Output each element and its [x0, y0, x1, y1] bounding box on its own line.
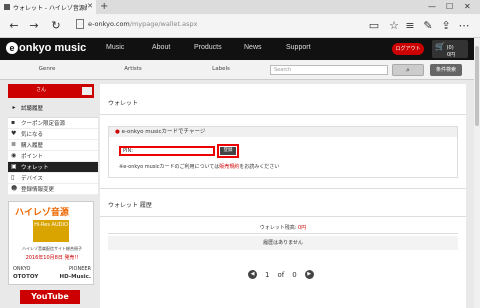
search-button[interactable]: ⌕: [392, 64, 424, 76]
device-icon: ▯: [11, 174, 15, 181]
refresh-icon[interactable]: ↻: [48, 18, 64, 34]
sidebar-item-points[interactable]: ◉ ポイント: [8, 151, 98, 162]
cart-button[interactable]: 🛒 (0) 0円: [432, 40, 468, 58]
divider: [100, 114, 466, 115]
banner-line1: ハイレゾ音楽配信サイト総合冊子: [22, 246, 82, 251]
pager-total: 0: [292, 270, 297, 279]
hires-audio-logo: Hi-Res AUDIO: [33, 220, 69, 242]
maximize-icon[interactable]: ☐: [446, 0, 453, 14]
site-logo[interactable]: e onkyo music: [6, 42, 86, 54]
artists-dropdown[interactable]: Artists: [110, 66, 156, 72]
history-title: ウォレット 履歴: [108, 202, 152, 209]
wallet-panel: ウォレット ● e-onkyo musicカードでチャージ PIN: 登録 ※e…: [100, 84, 466, 308]
close-tab-icon[interactable]: ✕: [87, 2, 93, 10]
pin-input[interactable]: PIN:: [119, 146, 215, 156]
banner-logos-bottom: OTOTOY HD-Music.: [13, 274, 91, 280]
more-icon[interactable]: ⋯: [456, 18, 472, 34]
search-row: Genre Artists Labels Search ⌕ 条件検索: [0, 60, 474, 80]
heart-icon: ♥: [11, 130, 17, 137]
site-favicon-icon: [4, 4, 10, 10]
minimize-icon[interactable]: —: [428, 0, 436, 14]
scrollbar-thumb[interactable]: [475, 46, 479, 126]
youtube-banner[interactable]: YouTube: [20, 290, 80, 304]
browser-tab[interactable]: ウォレット - ハイレゾ音源配 ✕: [0, 0, 96, 14]
window-close-icon[interactable]: ✕: [464, 0, 471, 14]
site-header: e onkyo music Music About Products News S…: [0, 38, 474, 60]
advanced-search-button[interactable]: 条件検索: [430, 64, 462, 76]
share-icon[interactable]: ⇪: [438, 18, 454, 34]
new-tab-icon[interactable]: +: [100, 0, 108, 14]
nav-products[interactable]: Products: [194, 44, 222, 51]
page-icon: [76, 19, 84, 29]
cart-icon: 🛒: [435, 42, 445, 51]
nav-support[interactable]: Support: [286, 44, 311, 51]
page-scrollbar[interactable]: [474, 38, 480, 308]
back-icon[interactable]: ←: [6, 18, 22, 34]
user-icon: ☻: [11, 185, 18, 192]
register-button[interactable]: 登録: [217, 144, 239, 158]
pagination: ◀ 1 of 0 ▶: [248, 270, 314, 279]
terms-link[interactable]: 販売規約: [219, 164, 239, 170]
banner-logos-top: ONKYO PIONEER: [13, 266, 91, 272]
page-title: ウォレット: [108, 100, 139, 107]
notes-icon[interactable]: ✎: [420, 18, 436, 34]
divider: [100, 216, 466, 217]
sidebar: さん ▸ 試聴履歴 ▪ クーポン限定音源 ♥ 気になる ≣ 購入履歴 ◉ ポイント ▣ ウ…: [8, 84, 98, 308]
charge-heading: ● e-onkyo musicカードでチャージ: [109, 127, 457, 137]
tag-icon: ▪: [11, 119, 16, 126]
chevron-right-icon: ▸: [12, 104, 16, 111]
wallet-icon: ▣: [11, 163, 17, 170]
pager-current: 1: [265, 270, 270, 279]
nav-about[interactable]: About: [152, 44, 170, 51]
sidebar-item-purchase-history[interactable]: ≣ 購入履歴: [8, 140, 98, 151]
next-page-icon[interactable]: ▶: [304, 270, 314, 279]
genre-dropdown[interactable]: Genre: [24, 66, 70, 72]
labels-dropdown[interactable]: Labels: [198, 66, 244, 72]
browser-toolbar: ← → ↻ e-onkyo.com/mypage/wallet.aspx ▭ ☆…: [0, 14, 480, 38]
no-history-message: 履歴はありません: [108, 236, 458, 250]
cart-count: (0): [446, 45, 454, 51]
banner-line2: 2016年10月8日 発売!!: [25, 255, 79, 261]
sidebar-item-profile-edit[interactable]: ☻ 登録情報変更: [8, 184, 98, 195]
browser-tab-bar: ウォレット - ハイレゾ音源配 ✕ + — ☐ ✕: [0, 0, 480, 14]
pager-of: of: [277, 270, 285, 279]
charge-note: ※e-onkyo musicカードのご利用については販売規約をお読みください: [119, 164, 280, 170]
tab-title: ウォレット - ハイレゾ音源配: [13, 4, 87, 12]
wallet-balance: ウォレット残高: 0円: [108, 222, 458, 234]
listening-history-link[interactable]: ▸ 試聴履歴: [8, 102, 98, 114]
divider: [100, 188, 466, 189]
promo-banner[interactable]: ハイレゾ音源 Hi-Res AUDIO ハイレゾ音楽配信サイト総合冊子 2016…: [8, 201, 94, 285]
forward-icon[interactable]: →: [26, 18, 42, 34]
mypage-menu: ▪ クーポン限定音源 ♥ 気になる ≣ 購入履歴 ◉ ポイント ▣ ウォレット ▯ デバイス…: [8, 117, 98, 195]
sidebar-item-devices[interactable]: ▯ デバイス: [8, 173, 98, 184]
card-charge-box: ● e-onkyo musicカードでチャージ PIN: 登録 ※e-onkyo…: [108, 126, 458, 178]
point-icon: ◉: [11, 152, 17, 159]
favorites-icon[interactable]: ☆: [386, 18, 402, 34]
banner-title: ハイレゾ音源: [15, 208, 69, 218]
prev-page-icon[interactable]: ◀: [248, 270, 257, 279]
sidebar-item-coupon[interactable]: ▪ クーポン限定音源: [8, 118, 98, 129]
search-icon: ⌕: [406, 66, 410, 74]
address-bar[interactable]: e-onkyo.com/mypage/wallet.aspx: [88, 20, 197, 28]
user-profile[interactable]: さん: [8, 84, 94, 98]
nav-music[interactable]: Music: [106, 44, 124, 51]
reading-view-icon[interactable]: ▭: [366, 18, 382, 34]
logout-button[interactable]: ログアウト: [392, 43, 424, 55]
nav-news[interactable]: News: [244, 44, 262, 51]
search-input[interactable]: Search: [270, 65, 388, 75]
sidebar-item-wallet[interactable]: ▣ ウォレット: [8, 162, 98, 173]
user-name: さん: [36, 87, 47, 93]
sidebar-item-favorites[interactable]: ♥ 気になる: [8, 129, 98, 140]
hub-icon[interactable]: ≡: [402, 18, 418, 34]
member-badge-icon: [82, 87, 92, 95]
list-icon: ≣: [11, 141, 17, 148]
cart-total: 0円: [447, 52, 456, 58]
